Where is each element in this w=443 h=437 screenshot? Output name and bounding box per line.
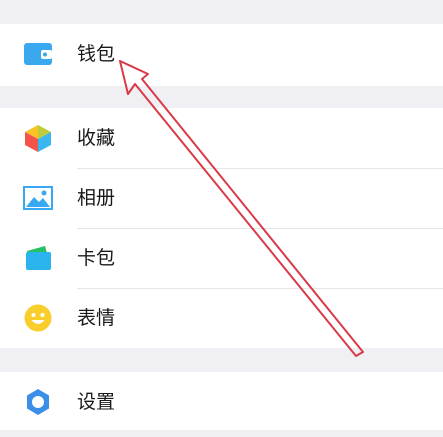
top-spacer	[0, 0, 443, 24]
menu-item-album[interactable]: 相册	[0, 168, 443, 228]
menu-item-settings-label: 设置	[77, 391, 116, 413]
wallet-icon	[23, 39, 53, 69]
menu-group-main: 收藏 相册 卡包 表情	[0, 108, 443, 348]
menu-item-cards-label: 卡包	[77, 247, 116, 269]
menu-item-wallet-label: 钱包	[77, 43, 116, 65]
menu-item-wallet[interactable]: 钱包	[0, 24, 443, 84]
menu-item-favorites-label: 收藏	[77, 127, 116, 149]
menu-item-settings[interactable]: 设置	[0, 372, 443, 432]
picture-icon	[23, 183, 53, 213]
smiley-icon	[23, 303, 53, 333]
menu-item-album-label: 相册	[77, 187, 116, 209]
gear-icon	[23, 387, 53, 417]
menu-item-favorites[interactable]: 收藏	[0, 108, 443, 168]
card-icon	[23, 243, 53, 273]
menu-item-cards[interactable]: 卡包	[0, 228, 443, 288]
menu-group-wallet: 钱包	[0, 24, 443, 86]
cube-icon	[23, 123, 53, 153]
menu-item-stickers-label: 表情	[77, 307, 116, 329]
menu-item-stickers[interactable]: 表情	[0, 288, 443, 348]
menu-group-settings: 设置	[0, 372, 443, 430]
